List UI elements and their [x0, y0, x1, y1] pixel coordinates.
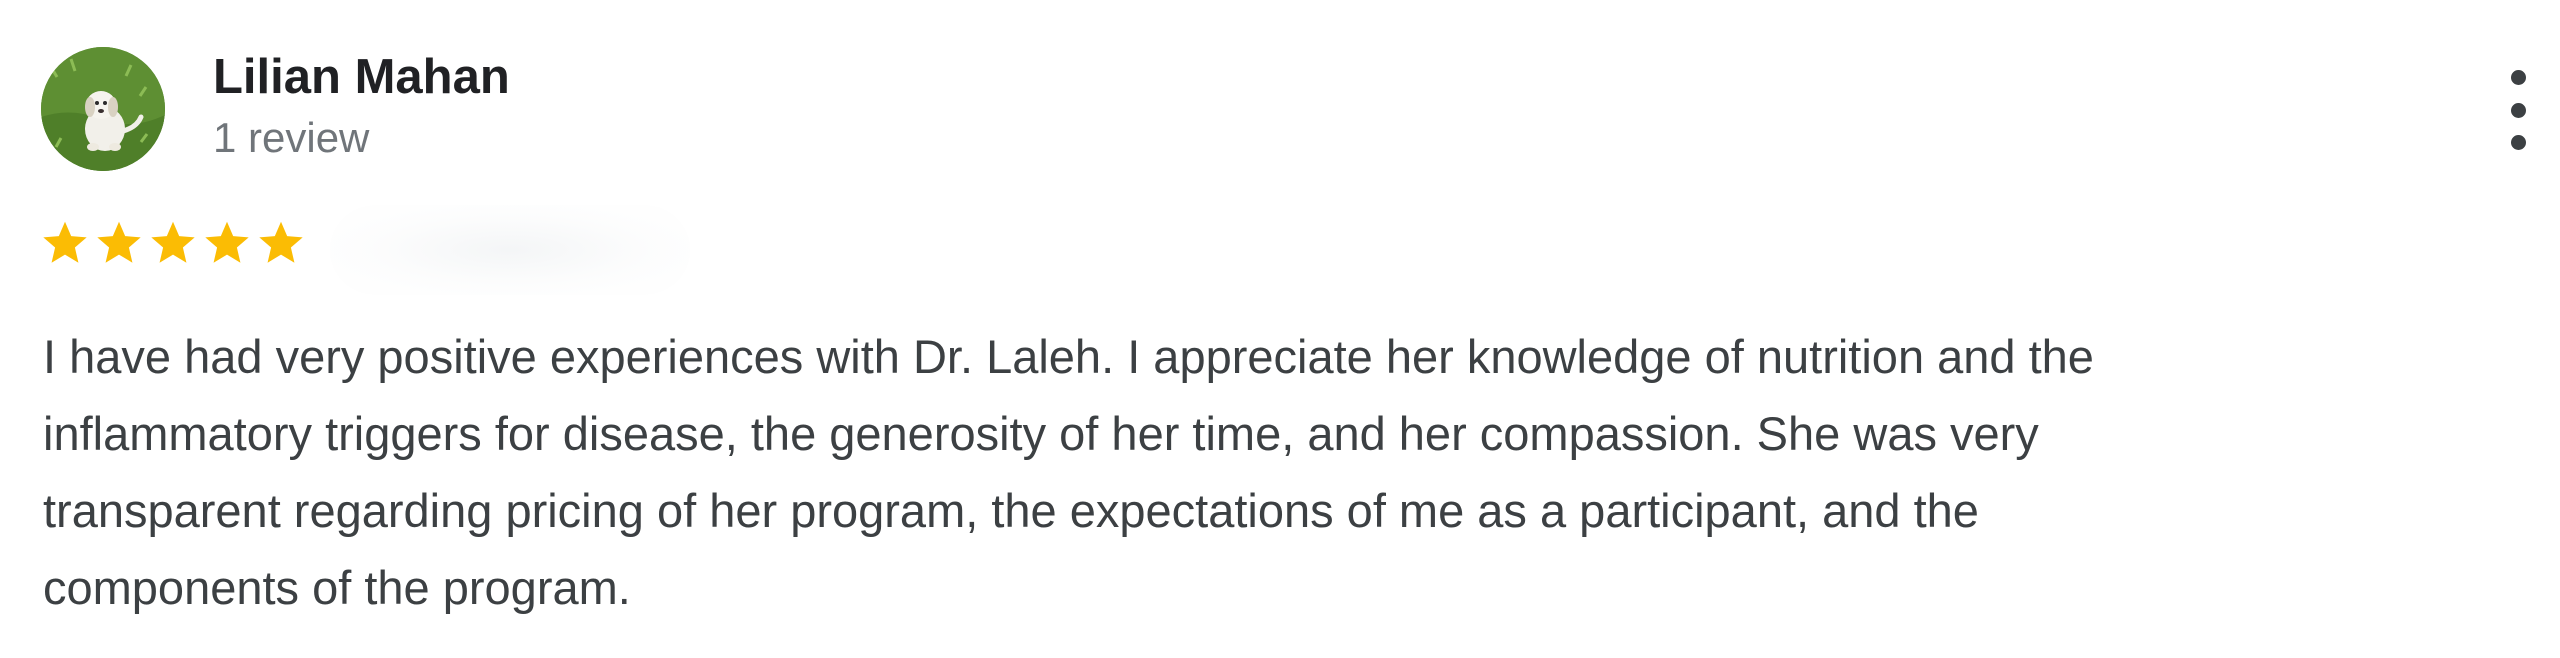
star-rating — [39, 213, 307, 273]
more-vert-icon-dot — [2510, 135, 2526, 150]
review-text: I have had very positive experiences wit… — [43, 318, 2483, 626]
more-vert-icon-dot — [2510, 102, 2526, 118]
review-text-line: I have had very positive experiences wit… — [43, 330, 2094, 383]
review-text-line: transparent regarding pricing of her pro… — [43, 484, 1979, 537]
star-icon — [93, 217, 145, 269]
star-icon — [255, 217, 307, 269]
review-text-line: components of the program. — [43, 561, 631, 614]
review-count[interactable]: 1 review — [213, 110, 369, 166]
review-text-line: inflammatory triggers for disease, the g… — [43, 407, 2039, 460]
dog-photo-avatar-icon — [41, 47, 165, 171]
star-icon — [39, 217, 91, 269]
star-icon — [147, 217, 199, 269]
review-card: Lilian Mahan 1 review I have had very po… — [0, 0, 2560, 658]
reviewer-name[interactable]: Lilian Mahan — [213, 46, 510, 108]
more-vert-icon — [2510, 70, 2526, 85]
star-icon — [201, 217, 253, 269]
more-options-button[interactable] — [2498, 70, 2538, 150]
avatar[interactable] — [41, 47, 165, 171]
blurred-area — [330, 205, 690, 295]
